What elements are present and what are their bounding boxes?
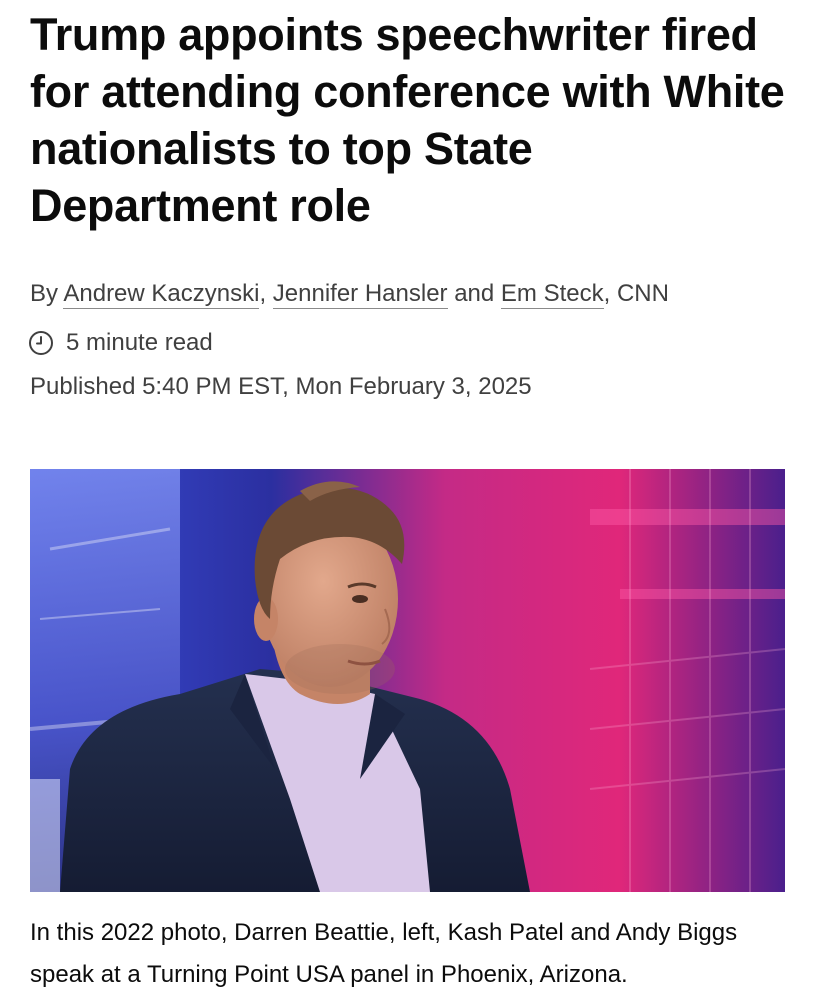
clock-icon bbox=[28, 330, 54, 356]
byline-separator: and bbox=[447, 280, 501, 307]
byline: By Andrew Kaczynski, Jennifer Hansler an… bbox=[30, 278, 790, 310]
author-link-andrew-kaczynski[interactable]: Andrew Kaczynski bbox=[63, 280, 260, 309]
photo-caption: In this 2022 photo, Darren Beattie, left… bbox=[30, 919, 738, 988]
article-photo[interactable] bbox=[30, 469, 785, 892]
author-link-em-steck[interactable]: Em Steck bbox=[500, 280, 604, 309]
article-headline: Trump appoints speechwriter fired for at… bbox=[30, 9, 785, 231]
photo-illustration bbox=[30, 469, 785, 892]
byline-separator: , bbox=[259, 280, 273, 307]
read-time: 5 minute read bbox=[28, 327, 213, 359]
byline-source: , CNN bbox=[603, 280, 669, 307]
published-timestamp: Published 5:40 PM EST, Mon February 3, 2… bbox=[30, 373, 532, 400]
author-link-jennifer-hansler[interactable]: Jennifer Hansler bbox=[272, 280, 448, 309]
byline-prefix: By bbox=[30, 280, 64, 307]
read-time-label: 5 minute read bbox=[66, 329, 213, 356]
